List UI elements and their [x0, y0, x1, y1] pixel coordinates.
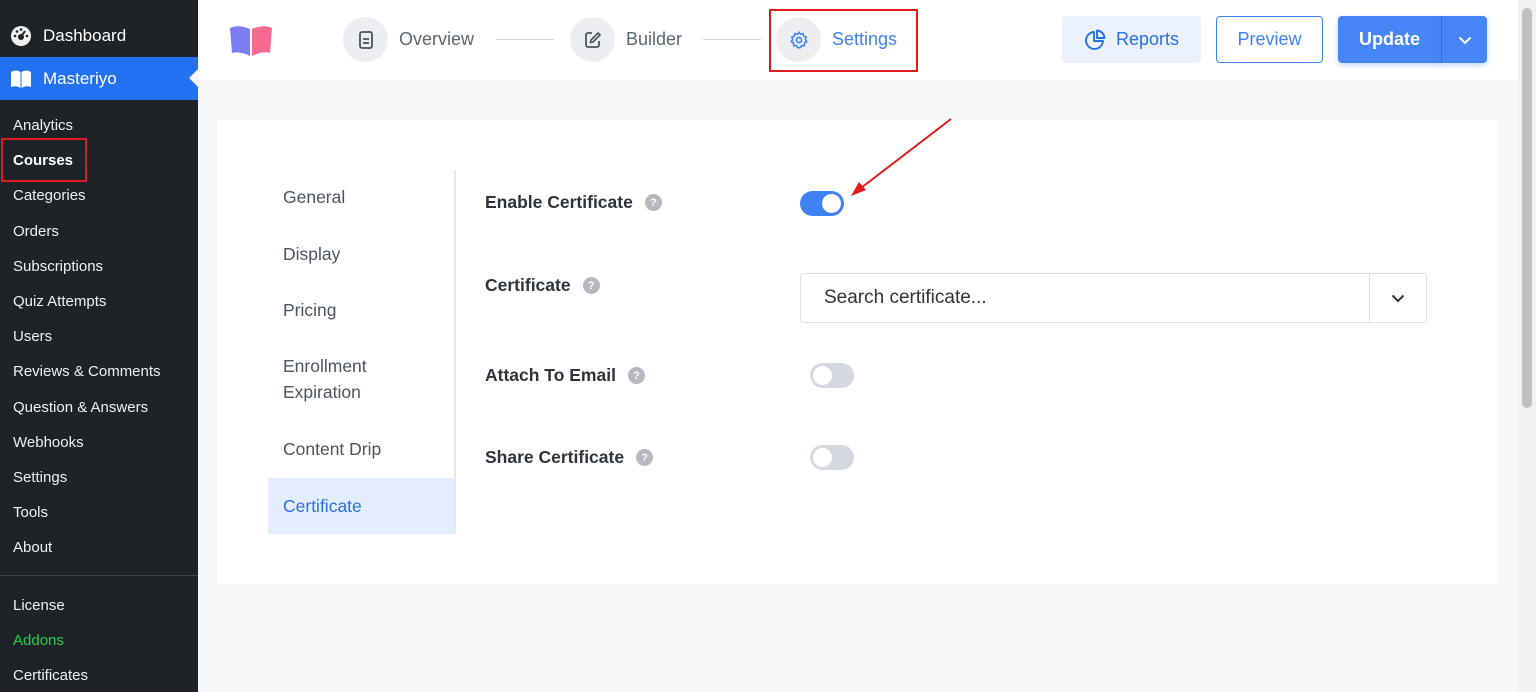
enable-certificate-field: Enable Certificate ? — [485, 192, 662, 213]
attach-to-email-toggle[interactable] — [810, 363, 854, 388]
field-label: Enable Certificate — [485, 192, 633, 212]
annotation-arrow-icon — [851, 118, 952, 196]
help-icon[interactable]: ? — [636, 449, 654, 466]
preview-button[interactable]: Preview — [1216, 16, 1323, 63]
enable-certificate-toggle[interactable] — [800, 191, 844, 216]
scrollbar-thumb[interactable] — [1522, 8, 1532, 408]
step-builder[interactable]: Builder — [570, 17, 682, 62]
sidebar-item-dashboard[interactable]: Dashboard — [0, 18, 126, 54]
sidebar-item-label: Dashboard — [43, 26, 127, 45]
tabs-divider — [454, 170, 456, 534]
sidebar-item-webhooks[interactable]: Webhooks — [0, 425, 198, 460]
tab-enrollment-expiration[interactable]: Enrollment Expiration — [268, 353, 418, 405]
attach-to-email-field: Attach To Email ? — [485, 365, 645, 386]
chevron-down-icon[interactable] — [1369, 274, 1426, 322]
sidebar-item-certificates[interactable]: Certificates — [0, 658, 198, 692]
toggle-knob — [822, 194, 841, 213]
sidebar-item-reviews-comments[interactable]: Reviews & Comments — [0, 354, 198, 389]
field-label: Attach To Email — [485, 365, 616, 385]
field-label: Share Certificate — [485, 447, 625, 467]
share-certificate-field: Share Certificate ? — [485, 447, 654, 468]
pie-chart-icon — [1084, 29, 1106, 51]
sidebar-item-orders[interactable]: Orders — [0, 214, 198, 249]
edit-icon — [570, 17, 615, 62]
sidebar-item-about[interactable]: About — [0, 530, 198, 565]
document-icon — [343, 17, 388, 62]
certificate-field: Certificate ? — [485, 275, 600, 296]
step-overview[interactable]: Overview — [343, 17, 474, 62]
update-button[interactable]: Update — [1338, 16, 1441, 63]
tab-display[interactable]: Display — [268, 241, 456, 267]
dashboard-gauge-icon — [10, 25, 32, 47]
sidebar-item-subscriptions[interactable]: Subscriptions — [0, 249, 198, 284]
sidebar-item-users[interactable]: Users — [0, 319, 198, 354]
sidebar-item-settings[interactable]: Settings — [0, 460, 198, 495]
help-icon[interactable]: ? — [582, 277, 600, 294]
sidebar-item-label: Masteriyo — [43, 68, 117, 88]
toggle-knob — [813, 366, 832, 385]
sidebar-item-categories[interactable]: Categories — [0, 178, 198, 213]
tab-pricing[interactable]: Pricing — [268, 297, 456, 323]
tab-content-drip[interactable]: Content Drip — [268, 436, 456, 462]
sidebar-item-question-answers[interactable]: Question & Answers — [0, 390, 198, 425]
step-connector — [496, 39, 554, 40]
courses-highlight-box — [1, 138, 87, 182]
help-icon[interactable]: ? — [627, 367, 645, 384]
certificate-select[interactable]: Search certificate... — [800, 273, 1427, 323]
chevron-down-icon — [1458, 29, 1472, 50]
update-options-button[interactable] — [1441, 16, 1487, 63]
reports-button[interactable]: Reports — [1062, 16, 1201, 63]
masteriyo-book-icon — [10, 68, 32, 90]
sidebar-item-license[interactable]: License — [0, 588, 198, 623]
sidebar-item-addons[interactable]: Addons — [0, 623, 198, 658]
course-editor-header: Overview Builder Settings Reports Previe… — [198, 0, 1518, 80]
sidebar-divider — [0, 575, 198, 576]
sidebar-item-tools[interactable]: Tools — [0, 495, 198, 530]
sidebar-submenu-secondary: License Addons Certificates — [0, 588, 198, 692]
toggle-knob — [813, 448, 832, 467]
sidebar-item-masteriyo[interactable]: Masteriyo — [0, 57, 198, 100]
reports-label: Reports — [1115, 29, 1180, 49]
share-certificate-toggle[interactable] — [810, 445, 854, 470]
page-scrollbar[interactable] — [1518, 0, 1536, 692]
settings-highlight-box — [769, 9, 918, 72]
tab-certificate[interactable]: Certificate — [268, 478, 456, 534]
tab-general[interactable]: General — [268, 184, 456, 210]
masteriyo-logo[interactable] — [228, 22, 274, 58]
step-connector — [703, 39, 761, 40]
certificate-search-input[interactable]: Search certificate... — [801, 287, 1369, 309]
sidebar-item-quiz-attempts[interactable]: Quiz Attempts — [0, 284, 198, 319]
help-icon[interactable]: ? — [644, 194, 662, 211]
step-label: Overview — [399, 29, 475, 49]
field-label: Certificate — [485, 275, 571, 295]
step-label: Builder — [626, 29, 683, 49]
admin-sidebar: Dashboard Masteriyo Analytics Courses Ca… — [0, 0, 198, 692]
